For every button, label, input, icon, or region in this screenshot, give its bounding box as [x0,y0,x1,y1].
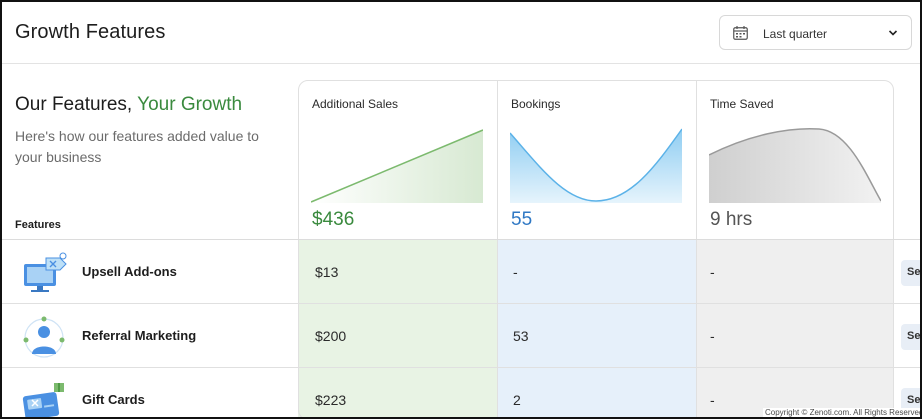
copyright-text: Copyright © Zenoti.com. All Rights Reser… [763,408,920,417]
time-saved-area [709,128,881,203]
table-row: Upsell Add-ons $13 - - Se [2,240,920,304]
calendar-icon [733,26,748,40]
metric-value: 55 [511,209,533,230]
intro-heading-main: Our Features, [15,94,138,115]
page-title: Growth Features [15,21,166,43]
sales-trend-chart [311,129,483,203]
bookings-cell: 53 [513,328,529,344]
metric-name: Bookings [511,97,561,111]
intro-heading-accent: Your Growth [137,94,243,115]
features-column-label: Features [15,219,61,231]
date-range-select[interactable]: Last quarter [719,15,912,50]
feature-name: Gift Cards [82,392,145,407]
time-saved-cell: - [710,328,715,344]
bookings-trend-chart [510,128,682,203]
referral-people-icon [23,316,65,358]
gift-card-icon [22,383,64,417]
see-details-button[interactable]: Se [901,260,920,286]
sales-cell: $200 [315,328,347,344]
metric-bookings: Bookings 55 [498,81,696,241]
metric-additional-sales: Additional Sales $436 [299,81,497,241]
table-row: Referral Marketing $200 53 - Se [2,304,920,368]
growth-features-panel: Growth Features Last quarter Our Feature… [0,0,922,419]
intro-heading: Our Features, Your Growth [15,94,242,116]
bookings-area [510,129,682,203]
date-range-value: Last quarter [763,27,828,41]
metric-name: Additional Sales [312,97,399,111]
bookings-cell: - [513,264,518,280]
metric-value: 9 hrs [710,209,753,230]
metric-value: $436 [312,209,355,230]
top-bar: Growth Features Last quarter [2,2,920,64]
sales-cell: $13 [315,264,339,280]
time-saved-trend-chart [709,127,881,203]
feature-name: Referral Marketing [82,328,197,343]
metric-time-saved: Time Saved 9 hrs [697,81,895,241]
see-details-button[interactable]: Se [901,324,920,350]
chevron-down-icon [888,30,898,36]
metric-name: Time Saved [710,97,774,111]
bookings-cell: 2 [513,392,521,408]
feature-name: Upsell Add-ons [82,264,177,279]
sales-cell: $223 [315,392,347,408]
time-saved-cell: - [710,392,715,408]
monitor-tag-icon [24,252,67,292]
time-saved-cell: - [710,264,715,280]
intro-subtitle: Here's how our features added value to y… [15,128,259,165]
